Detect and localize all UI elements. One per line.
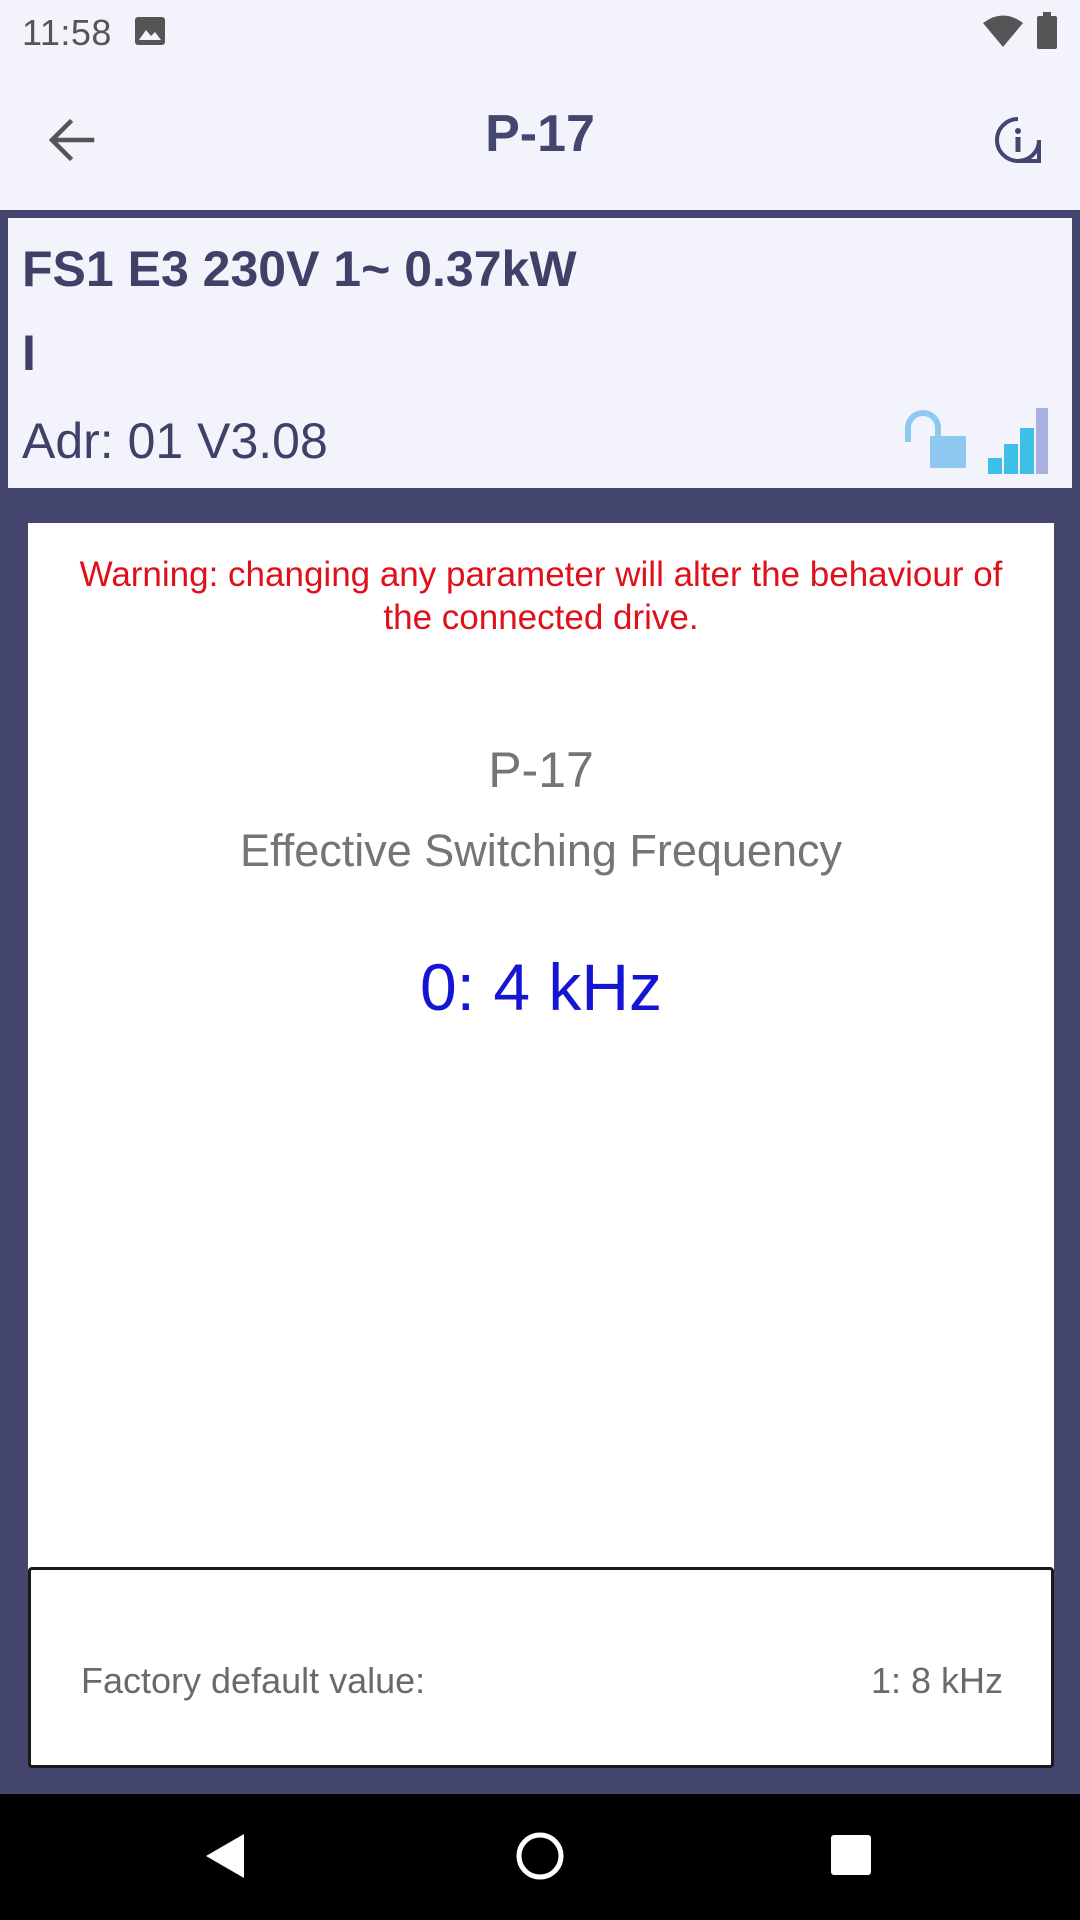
signal-bars-icon xyxy=(980,404,1050,481)
factory-default-box: Factory default value: 1: 8 kHz xyxy=(28,1567,1054,1768)
unlocked-padlock-icon xyxy=(900,408,970,477)
status-time: 11:58 xyxy=(22,12,112,53)
battery-icon xyxy=(1036,12,1058,55)
app-bar: P-17 xyxy=(0,64,1080,210)
page-title: P-17 xyxy=(485,105,595,163)
factory-default-value: 1: 8 kHz xyxy=(870,1660,1003,1701)
status-bar: 11:58 xyxy=(0,0,1080,64)
wifi-icon xyxy=(982,14,1024,53)
system-nav-bar xyxy=(0,1794,1080,1920)
parameter-code: P-17 xyxy=(488,742,594,798)
info-button[interactable] xyxy=(976,100,1060,184)
factory-default-label: Factory default value: xyxy=(81,1660,426,1701)
parameter-card: Warning: changing any parameter will alt… xyxy=(28,523,1054,1570)
info-icon xyxy=(994,116,1042,169)
image-icon xyxy=(134,16,166,51)
drive-address: Adr: 01 V3.08 xyxy=(22,413,328,469)
warning-message: Warning: changing any parameter will alt… xyxy=(79,555,1003,637)
parameter-value[interactable]: 0: 4 kHz xyxy=(28,949,1054,1025)
nav-recents-icon[interactable] xyxy=(828,1832,874,1883)
drive-info-panel: FS1 E3 230V 1~ 0.37kW I Adr: 01 V3.08 xyxy=(8,218,1072,488)
nav-home-icon[interactable] xyxy=(514,1830,566,1887)
drive-model: FS1 E3 230V 1~ 0.37kW xyxy=(22,241,577,297)
drive-status: I xyxy=(22,325,36,381)
nav-back-icon[interactable] xyxy=(200,1830,248,1887)
parameter-name: Effective Switching Frequency xyxy=(240,825,842,876)
